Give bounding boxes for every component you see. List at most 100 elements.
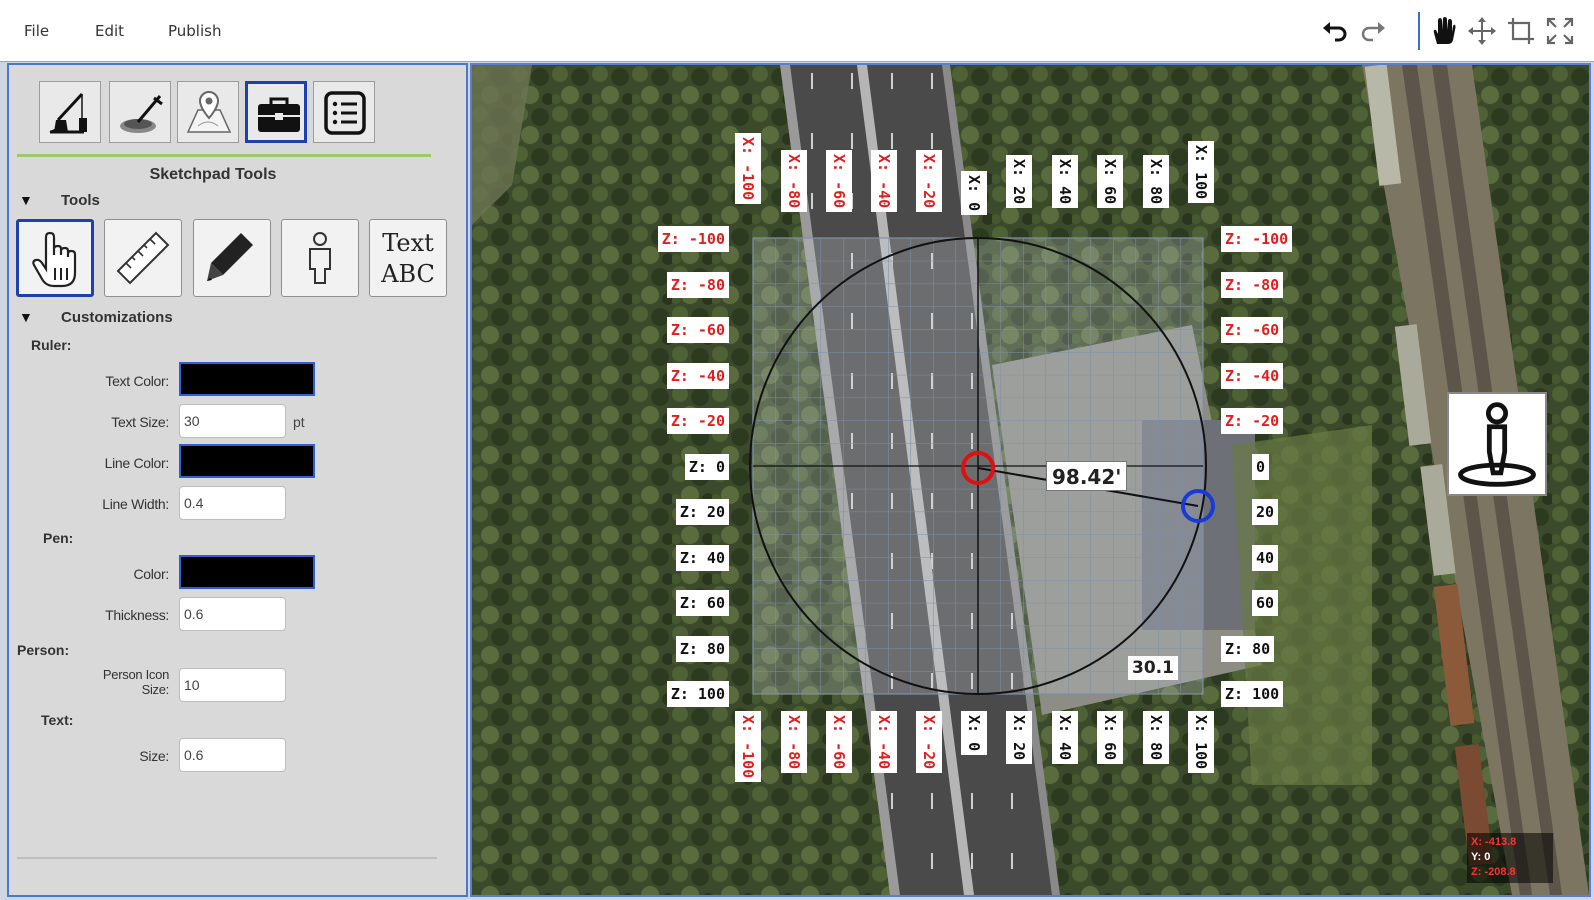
pen-thickness-input[interactable] xyxy=(179,597,286,631)
x-axis-label-bottom: X: -20 xyxy=(916,711,942,774)
customizations-section-header[interactable]: ▼ Customizations xyxy=(19,309,173,326)
panel-bottom-divider xyxy=(17,857,437,859)
ruler-text-size-unit: pt xyxy=(293,414,305,430)
ruler-text-size-label: Text Size: xyxy=(111,414,169,430)
x-axis-label-bottom: X: 20 xyxy=(1006,711,1032,765)
person-icon xyxy=(309,232,331,284)
left-panel: Sketchpad Tools ▼ Tools Text ABC ▼ Custo… xyxy=(7,63,468,897)
distance-measurement-label: 98.42' xyxy=(1046,461,1128,491)
ruler-line-color-swatch[interactable] xyxy=(179,444,315,478)
x-axis-label-bottom: X: -40 xyxy=(871,711,897,774)
x-axis-label-bottom: X: -60 xyxy=(826,711,852,774)
z-axis-label-right: Z: 80 xyxy=(1221,636,1275,662)
text-tool-line2: ABC xyxy=(381,260,435,288)
crane-icon xyxy=(49,92,87,134)
ruler-line-width-label: Line Width: xyxy=(102,496,169,512)
z-axis-label-left: Z: 100 xyxy=(666,681,729,707)
coord-z: Z: -208.8 xyxy=(1471,866,1516,878)
person-icon-size-label-line1: Person Icon xyxy=(102,667,169,682)
menu-bar: File Edit Publish xyxy=(0,0,1594,62)
text-tool-label: Text ABC xyxy=(370,228,446,290)
move-icon[interactable] xyxy=(1467,16,1497,46)
x-axis-label-bottom: X: -80 xyxy=(781,711,807,774)
x-axis-label-top: X: 40 xyxy=(1052,155,1078,209)
mode-button-map-pin[interactable] xyxy=(177,81,239,143)
mode-button-list[interactable] xyxy=(313,81,375,143)
z-axis-label-left: Z: 80 xyxy=(675,636,729,662)
ruler-text-size-input[interactable] xyxy=(179,404,286,438)
x-axis-label-top: X: 80 xyxy=(1143,155,1169,209)
z-axis-label-left: Z: 40 xyxy=(675,545,729,571)
x-axis-label-bottom: X: 40 xyxy=(1052,711,1078,765)
x-axis-label-top: X: -100 xyxy=(735,133,761,205)
x-axis-label-bottom: X: 0 xyxy=(961,711,987,756)
tool-text[interactable]: Text ABC xyxy=(369,219,447,297)
x-axis-label-top: X: 20 xyxy=(1006,155,1032,209)
ruler-line-color-label: Line Color: xyxy=(104,455,170,471)
mode-button-crane[interactable] xyxy=(39,81,101,143)
z-axis-label-left: Z: 0 xyxy=(684,454,729,480)
z-axis-label-right: 60 xyxy=(1252,590,1279,616)
list-icon xyxy=(324,91,366,135)
z-axis-label-left: Z: -40 xyxy=(666,363,729,389)
mode-button-detector[interactable] xyxy=(109,81,171,143)
ruler-line-width-input[interactable] xyxy=(179,486,286,520)
z-axis-label-right: 0 xyxy=(1252,454,1270,480)
text-size-label: Size: xyxy=(139,748,169,764)
text-size-input[interactable] xyxy=(179,738,286,772)
fullscreen-icon[interactable] xyxy=(1545,16,1575,46)
z-axis-label-left: Z: -100 xyxy=(657,226,729,252)
x-axis-label-top: X: 100 xyxy=(1188,141,1214,204)
menu-publish[interactable]: Publish xyxy=(168,22,221,40)
menu-file[interactable]: File xyxy=(24,22,49,40)
undo-icon[interactable] xyxy=(1320,16,1350,46)
text-group-label: Text: xyxy=(41,712,74,728)
map-pin-icon xyxy=(186,90,232,133)
mode-button-toolbox[interactable] xyxy=(245,81,307,143)
tool-pen[interactable] xyxy=(193,219,271,297)
customizations-heading: Customizations xyxy=(61,309,173,326)
panel-title: Sketchpad Tools xyxy=(149,166,277,183)
z-axis-label-right: Z: -100 xyxy=(1221,226,1293,252)
x-axis-label-top: X: 60 xyxy=(1097,155,1123,209)
z-axis-label-right: 20 xyxy=(1252,499,1279,525)
pen-color-label: Color: xyxy=(133,566,169,582)
z-axis-label-left: Z: -80 xyxy=(666,272,729,298)
x-axis-label-top: X: 0 xyxy=(961,171,987,216)
pen-group-label: Pen: xyxy=(43,530,74,546)
text-tool-line1: Text xyxy=(382,229,434,257)
person-group-label: Person: xyxy=(17,642,70,658)
x-axis-label-top: X: -20 xyxy=(916,150,942,213)
divider xyxy=(17,154,431,157)
toolbar-separator xyxy=(1418,12,1420,50)
tool-ruler[interactable] xyxy=(104,219,182,297)
hand-pan-icon[interactable] xyxy=(1428,16,1458,46)
ruler-group-label: Ruler: xyxy=(31,337,72,353)
menu-edit[interactable]: Edit xyxy=(95,22,124,40)
person-icon-size-label: Person Icon Size: xyxy=(9,667,169,697)
x-axis-label-bottom: X: -100 xyxy=(735,711,761,783)
person-icon-size-input[interactable] xyxy=(179,668,286,702)
person-location-icon xyxy=(1458,402,1536,487)
ruler-text-color-swatch[interactable] xyxy=(179,362,315,396)
tool-person[interactable] xyxy=(281,219,359,297)
map-view[interactable]: X: -100 X: -80 X: -60 X: -40 X: -20 X: 0… xyxy=(470,63,1591,897)
pencil-icon xyxy=(207,233,253,281)
z-axis-label-left: Z: 20 xyxy=(675,499,729,525)
redo-icon[interactable] xyxy=(1358,16,1388,46)
z-axis-label-right: Z: 100 xyxy=(1221,681,1284,707)
person-icon-size-label-line2: Size: xyxy=(141,682,170,697)
tool-pointer[interactable] xyxy=(16,219,94,297)
x-axis-label-top: X: -40 xyxy=(871,150,897,213)
z-axis-label-right: 40 xyxy=(1252,545,1279,571)
metal-detector-icon xyxy=(120,95,163,133)
z-axis-label-left: Z: -20 xyxy=(666,408,729,434)
tools-section-header[interactable]: ▼ Tools xyxy=(19,192,100,209)
pen-thickness-label: Thickness: xyxy=(105,607,169,623)
x-axis-label-top: X: -80 xyxy=(781,150,807,213)
crop-icon[interactable] xyxy=(1506,16,1536,46)
x-axis-label-bottom: X: 100 xyxy=(1188,711,1214,774)
person-location-button[interactable] xyxy=(1447,392,1547,496)
pen-color-swatch[interactable] xyxy=(179,555,315,589)
coordinate-readout: X: -413.8 Y: 0 Z: -208.8 xyxy=(1467,833,1553,883)
